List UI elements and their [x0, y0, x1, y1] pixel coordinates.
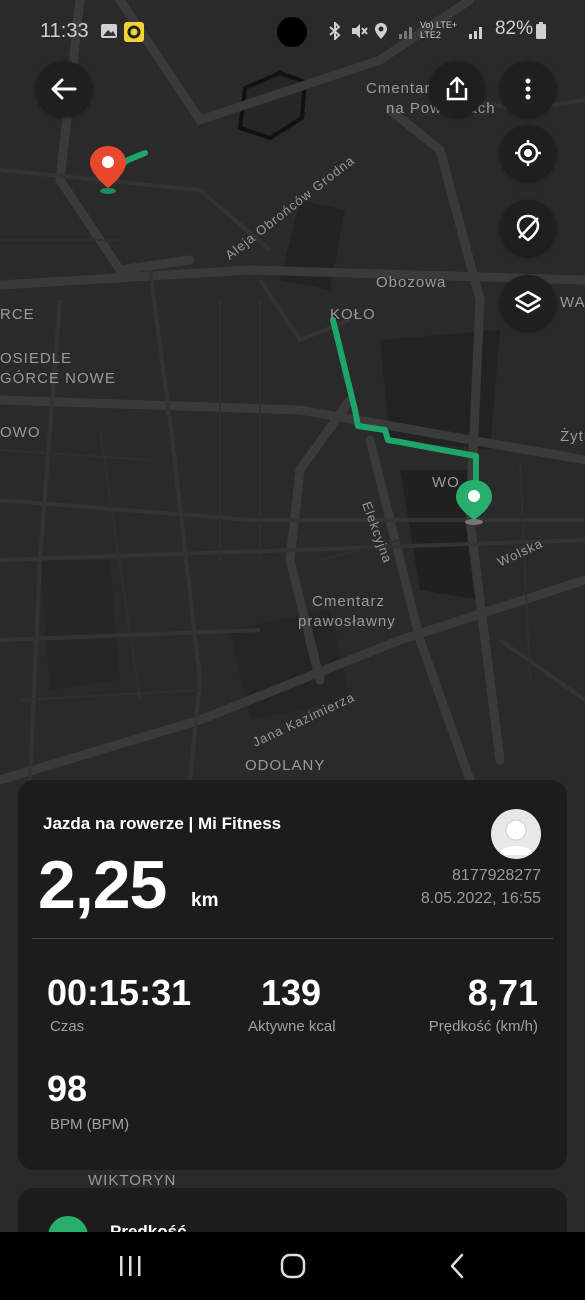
workout-summary-card: Jazda na rowerze | Mi Fitness 2,25 km 81… [18, 780, 567, 1170]
stat-speed-label: Prędkość (km/h) [428, 1018, 538, 1035]
hide-route-button[interactable] [500, 200, 556, 256]
map-label: ODOLANY [245, 757, 326, 774]
workout-title: Jazda na rowerze | Mi Fitness [43, 814, 282, 833]
map-label: GÓRCE NOWE [0, 370, 116, 387]
image-notification-icon [101, 24, 117, 38]
avatar[interactable] [491, 809, 541, 859]
share-icon [446, 76, 468, 101]
network-label: Vo) LTE+ LTE2 [420, 20, 458, 40]
system-nav-bar [0, 1232, 585, 1300]
stat-kcal-label: Aktywne kcal [248, 1018, 336, 1035]
status-bar: 11:33 Vo) LTE+ LTE2 82% [0, 0, 585, 62]
map-label: WAZ [560, 294, 585, 311]
locate-icon [515, 140, 541, 166]
status-time: 11:33 [40, 20, 89, 42]
home-button[interactable] [273, 1248, 313, 1284]
locate-button[interactable] [500, 125, 556, 181]
camera-cutout [277, 17, 307, 47]
battery-percent: 82% [494, 18, 533, 39]
bluetooth-icon [329, 22, 341, 40]
workout-datetime: 8.05.2022, 16:55 [420, 890, 541, 907]
battery-icon [536, 22, 546, 39]
end-pin-icon[interactable] [454, 478, 494, 530]
app-notification-icon [124, 22, 144, 42]
stat-kcal-value: 139 [261, 972, 322, 1013]
back-button[interactable] [36, 61, 92, 117]
location-icon [375, 23, 387, 39]
recents-icon [120, 1256, 141, 1276]
map-label: Żytn [560, 428, 585, 445]
map-label: KOŁO [330, 306, 376, 323]
more-button[interactable] [500, 61, 556, 117]
share-button[interactable] [429, 61, 485, 117]
layers-button[interactable] [500, 275, 556, 331]
stat-time-value: 00:15:31 [47, 972, 192, 1013]
map-label: Cmentarz [312, 593, 386, 610]
nav-back-icon [450, 1253, 464, 1279]
nav-back-button[interactable] [437, 1248, 477, 1284]
stat-speed-value: 8,71 [467, 972, 538, 1013]
recents-button[interactable] [110, 1248, 150, 1284]
start-pin-icon[interactable] [88, 144, 128, 196]
mute-icon [352, 24, 368, 38]
stat-time-label: Czas [50, 1018, 85, 1035]
distance-unit: km [191, 890, 219, 911]
signal-icon [399, 27, 412, 39]
home-icon [280, 1253, 306, 1279]
distance-value: 2,25 [38, 847, 167, 923]
signal-icon-2 [469, 27, 482, 39]
map-label: Obozowa [376, 274, 447, 291]
more-icon [525, 78, 531, 100]
layers-icon [514, 290, 542, 314]
map-label: OSIEDLE [0, 350, 73, 367]
stat-bpm-label: BPM (BPM) [50, 1116, 130, 1133]
hide-route-icon [516, 214, 540, 242]
back-icon [51, 78, 77, 100]
divider [32, 938, 553, 939]
user-avatar-icon [499, 819, 533, 855]
stat-bpm-value: 98 [47, 1068, 88, 1109]
map-label: RCE [0, 306, 35, 323]
map-label: prawosławny [298, 613, 396, 630]
map-label: OWO [0, 424, 41, 441]
map-label: WIKTORYN [88, 1172, 177, 1189]
user-id: 8177928277 [452, 867, 541, 884]
